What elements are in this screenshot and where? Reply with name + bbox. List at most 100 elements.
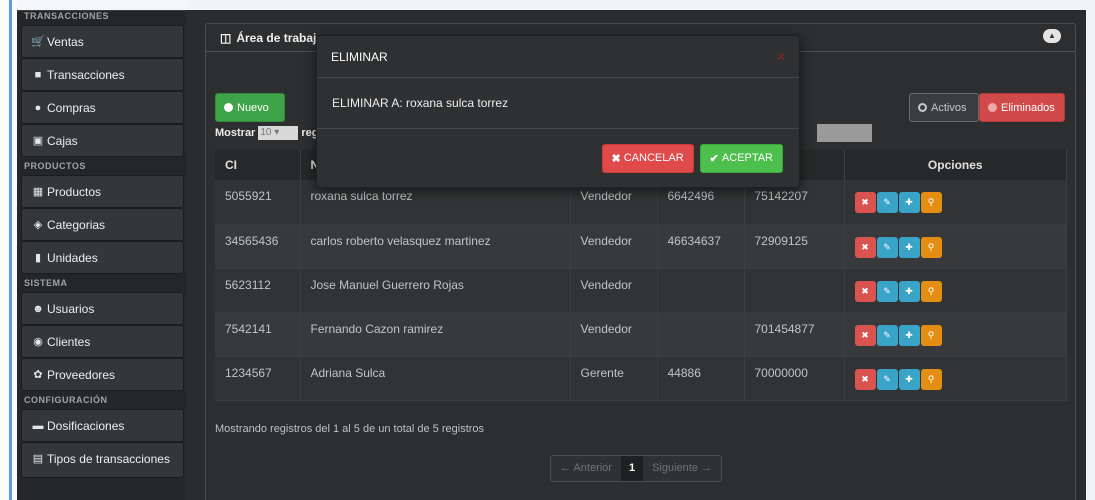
sidebar-section-title: PRODUCTOS <box>17 157 186 175</box>
cancel-button-label: CANCELAR <box>623 152 684 164</box>
table-cell: 46634637 <box>657 224 745 269</box>
add-icon[interactable]: ✚ <box>898 368 920 390</box>
x-icon: ✖ <box>611 152 621 165</box>
table-info: Mostrando registros del 1 al 5 de un tot… <box>215 423 485 435</box>
remove-icon[interactable]: ✖ <box>854 192 876 213</box>
sidebar-item-unidades[interactable]: ▮ Unidades <box>21 241 184 274</box>
remove-icon[interactable]: ✖ <box>854 280 876 302</box>
table-cell: 44886 <box>657 356 745 401</box>
prev-page-button[interactable]: ← Anterior <box>551 456 621 481</box>
top-strip <box>186 0 1095 10</box>
sidebar-item-compras[interactable]: ● Compras <box>21 91 184 124</box>
sidebar-item-tipos-de-transacciones[interactable]: ▤ Tipos de transacciones <box>21 442 184 478</box>
pagination: ← Anterior 1 Siguiente → <box>550 455 723 482</box>
sidebar-item-cajas[interactable]: ▣ Cajas <box>21 124 184 157</box>
next-page-button[interactable]: Siguiente → <box>643 456 721 481</box>
table-cell: Vendedor <box>570 268 658 313</box>
add-icon[interactable]: ✚ <box>898 280 920 302</box>
sidebar-item-label: Transacciones <box>47 67 125 82</box>
table-cell: Adriana Sulca <box>300 356 571 401</box>
sidebar-item-label: Clientes <box>47 334 91 349</box>
edit-icon[interactable]: ✎ <box>876 192 898 213</box>
accept-button[interactable]: ✔ ACEPTAR <box>699 143 783 173</box>
modal-footer: ✖ CANCELAR ✔ ACEPTAR <box>317 128 799 187</box>
activos-button-label: Activos <box>931 101 967 114</box>
panel-title: Área de trabaj <box>236 30 317 45</box>
length-select[interactable]: 10 ▾ <box>258 126 299 140</box>
remove-icon[interactable]: ✖ <box>854 236 876 258</box>
sidebar-item-proveedores[interactable]: ✿ Proveedores <box>21 358 184 391</box>
folder-icon: ▬ <box>32 419 44 432</box>
table-cell: carlos roberto velasquez martinez <box>300 224 571 269</box>
sidebar-item-label: Tipos de transacciones <box>47 452 170 466</box>
right-strip <box>1086 0 1095 500</box>
table-row[interactable]: 34565436 carlos roberto velasquez martine… <box>215 224 1067 269</box>
row-actions: ✖ ✎ ✚ ⚲ <box>844 356 1067 401</box>
sidebar-item-dosificaciones[interactable]: ▬ Dosificaciones <box>21 409 184 442</box>
table-cell <box>657 268 745 313</box>
modal-header: ELIMINAR × <box>317 36 799 78</box>
edit-icon[interactable]: ✎ <box>876 236 898 258</box>
table-cell: 70000000 <box>744 356 845 401</box>
modal-message: ELIMINAR A: roxana sulca torrez <box>332 96 509 110</box>
nuevo-button-label: Nuevo <box>237 101 269 114</box>
edit-icon[interactable]: ✎ <box>876 280 898 302</box>
cancel-button[interactable]: ✖ CANCELAR <box>601 143 694 173</box>
sidebar-item-transacciones[interactable]: ■ Transacciones <box>21 58 184 91</box>
accept-button-label: ACEPTAR <box>721 152 773 164</box>
search-icon[interactable]: ⚲ <box>920 368 942 390</box>
add-icon[interactable]: ✚ <box>898 192 920 213</box>
briefcase-icon: ◫ <box>220 30 232 45</box>
search-input[interactable] <box>817 124 872 142</box>
close-icon[interactable]: × <box>777 49 785 64</box>
search-icon[interactable]: ⚲ <box>920 192 942 213</box>
table-cell: 72909125 <box>744 224 845 269</box>
sidebar-item-productos[interactable]: ▦ Productos <box>21 175 184 208</box>
search-icon[interactable]: ⚲ <box>920 236 942 258</box>
column-header: Opciones <box>844 150 1067 180</box>
sidebar-item-label: Productos <box>47 184 102 199</box>
leaf-icon: ✿ <box>33 369 43 381</box>
sidebar-item-label: Usuarios <box>47 301 95 316</box>
sidebar-item-clientes[interactable]: ◉ Clientes <box>21 325 184 358</box>
sidebar-item-ventas[interactable]: 🛒 Ventas <box>21 25 184 58</box>
table-row[interactable]: 5623112 Jose Manuel Guerrero Rojas Vendedo… <box>215 268 1067 313</box>
sidebar-section-title: CONFIGURACIÓN <box>17 391 186 409</box>
table-cell: Fernando Cazon ramirez <box>300 312 571 357</box>
remove-icon[interactable]: ✖ <box>854 324 876 346</box>
search-icon[interactable]: ⚲ <box>920 324 942 346</box>
activos-button[interactable]: Activos <box>909 93 979 122</box>
safe-icon: ▣ <box>32 135 44 147</box>
bookmark-icon: ▮ <box>34 252 42 264</box>
table-cell: 5055921 <box>215 180 301 225</box>
edit-icon[interactable]: ✎ <box>876 324 898 346</box>
length-prefix: Mostrar <box>215 127 256 139</box>
sidebar-item-usuarios[interactable]: ☻ Usuarios <box>21 292 184 325</box>
delete-modal: ELIMINAR × ELIMINAR A: roxana sulca torr… <box>316 35 800 188</box>
row-actions: ✖ ✎ ✚ ⚲ <box>844 268 1067 313</box>
table-row[interactable]: 7542141 Fernando Cazon ramirez Vendedor 701… <box>215 312 1067 357</box>
sidebar-item-label: Dosificaciones <box>47 418 125 433</box>
chevron-up-icon[interactable]: ▲ <box>1043 29 1061 43</box>
remove-icon[interactable]: ✖ <box>854 368 876 390</box>
eliminados-button[interactable]: Eliminados <box>979 93 1065 122</box>
sidebar-item-label: Cajas <box>47 133 78 148</box>
accent-line <box>9 0 12 500</box>
current-page[interactable]: 1 <box>620 456 644 481</box>
add-icon[interactable]: ✚ <box>898 236 920 258</box>
modal-title: ELIMINAR <box>331 49 388 64</box>
eliminados-button-label: Eliminados <box>1001 101 1055 114</box>
tags-icon: ◈ <box>33 219 43 231</box>
add-icon[interactable]: ✚ <box>898 324 920 346</box>
row-actions: ✖ ✎ ✚ ⚲ <box>844 312 1067 357</box>
length-control: Mostrar 10 ▾ reg <box>215 126 318 140</box>
table-cell: 34565436 <box>215 224 301 269</box>
table-cell: Vendedor <box>570 312 658 357</box>
boxes-icon: ▦ <box>32 186 44 198</box>
table-row[interactable]: 1234567 Adriana Sulca Gerente 44886 70000000… <box>215 356 1067 401</box>
search-icon[interactable]: ⚲ <box>920 280 942 302</box>
nuevo-button[interactable]: Nuevo <box>215 93 285 122</box>
column-header[interactable]: CI <box>215 150 301 180</box>
edit-icon[interactable]: ✎ <box>876 368 898 390</box>
sidebar-item-categorias[interactable]: ◈ Categorias <box>21 208 184 241</box>
